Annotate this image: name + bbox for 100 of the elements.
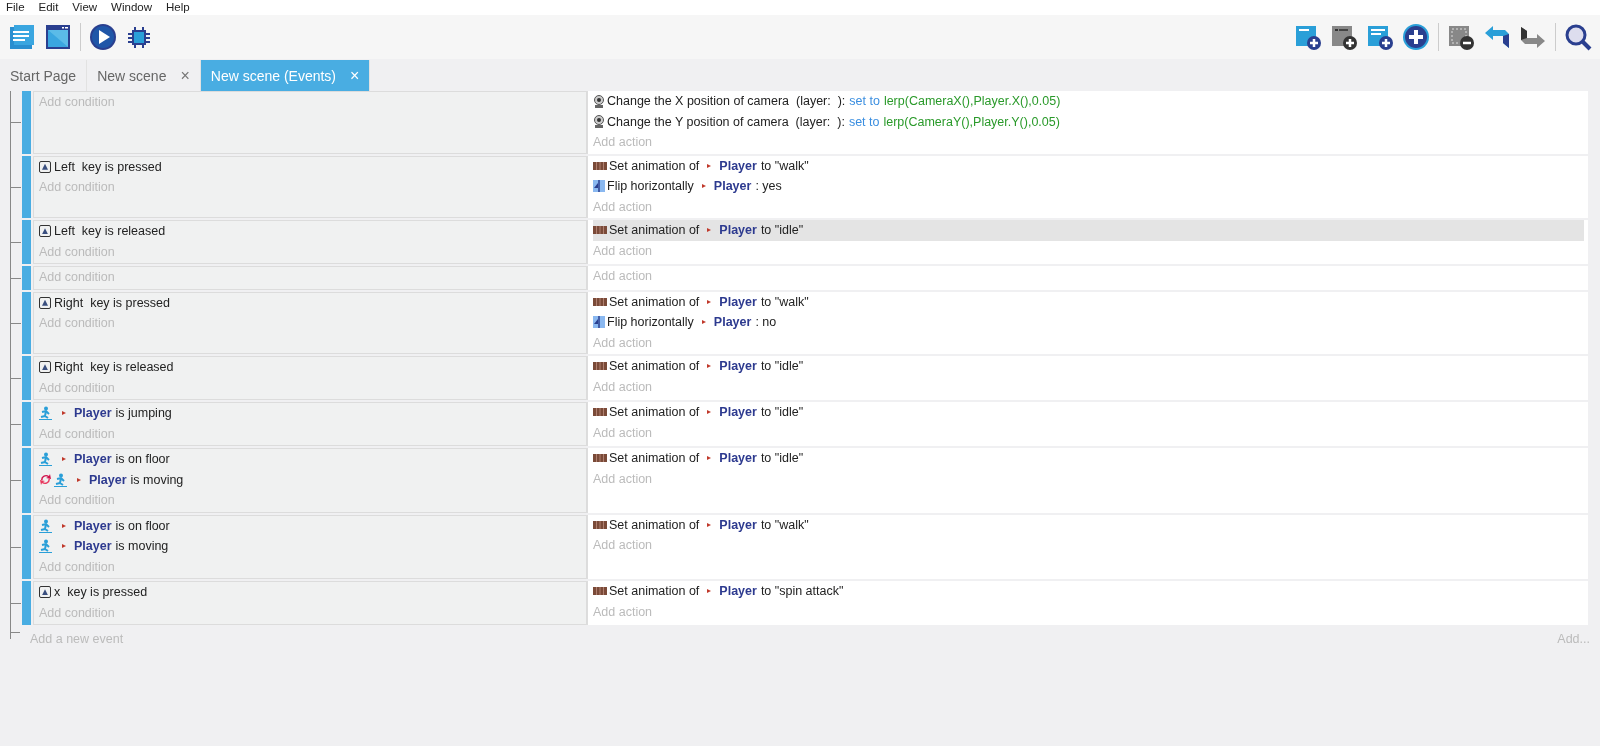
object-marker-icon xyxy=(701,184,706,189)
expression-text: lerp(CameraY(),Player.Y(),0.05) xyxy=(883,114,1060,129)
film-strip-icon xyxy=(593,161,607,170)
condition-text[interactable]: is moving xyxy=(130,472,184,487)
object-marker-icon xyxy=(62,523,66,528)
key-icon xyxy=(39,225,51,238)
object-name: Player xyxy=(719,158,757,173)
event-handle[interactable] xyxy=(22,266,31,290)
object-name[interactable]: Player xyxy=(74,539,112,554)
action-text: Change the Y position of camera (layer: ): xyxy=(607,114,845,129)
condition-text[interactable]: x key is pressed xyxy=(54,585,148,600)
film-strip-icon xyxy=(593,520,607,529)
add-external-layout-icon[interactable] xyxy=(1330,23,1358,51)
event-handle[interactable] xyxy=(22,402,31,446)
event-handle[interactable] xyxy=(22,448,31,513)
action-text: Set animation of xyxy=(609,359,700,374)
operator-text: set to xyxy=(848,114,880,129)
condition-text[interactable]: is jumping xyxy=(115,406,172,421)
action-row[interactable]: Flip horizontally Player : no xyxy=(593,312,1584,333)
object-marker-icon xyxy=(707,299,712,304)
film-strip-icon xyxy=(593,587,607,596)
event-handle[interactable] xyxy=(22,581,31,625)
object-marker-icon xyxy=(62,544,66,549)
object-name[interactable]: Player xyxy=(89,472,127,487)
event-handle[interactable] xyxy=(22,291,31,354)
condition-text[interactable]: is on floor xyxy=(115,518,170,533)
flip-icon xyxy=(593,180,605,193)
action-text: Set animation of xyxy=(609,294,700,309)
action-row[interactable]: Change the X position of camera (layer: ): set to lerp(CameraX(),Player.X(),0.05) xyxy=(593,91,1584,112)
operator-text: set to xyxy=(849,94,880,109)
object-name: Player xyxy=(719,359,757,374)
condition-text[interactable]: Right key is released xyxy=(54,360,174,375)
action-value: to "spin attack" xyxy=(760,584,844,599)
action-row[interactable]: Set animation of Player to "spin attack" xyxy=(593,581,1584,602)
object-marker-icon xyxy=(707,163,712,168)
key-icon xyxy=(39,361,51,374)
remove-icon[interactable] xyxy=(1447,23,1475,51)
action-row[interactable]: Set animation of Player to "idle" xyxy=(593,448,1584,469)
object-marker-icon xyxy=(707,410,712,415)
film-strip-icon xyxy=(593,226,607,235)
events-list-icon[interactable] xyxy=(8,23,36,51)
action-row[interactable]: Set animation of Player to "idle" xyxy=(593,220,1584,241)
film-strip-icon xyxy=(593,454,607,463)
scene-window-icon[interactable] xyxy=(44,23,72,51)
event-handle[interactable] xyxy=(22,356,31,400)
close-tab-button[interactable]: × xyxy=(180,66,190,85)
menu-item[interactable]: View xyxy=(72,0,98,15)
menu-item[interactable]: Edit xyxy=(38,0,59,15)
action-row[interactable]: Flip horizontally Player : yes xyxy=(593,176,1584,197)
undo-icon[interactable] xyxy=(1483,23,1511,51)
menu-item[interactable]: Help xyxy=(166,0,190,15)
action-value: : yes xyxy=(755,179,782,194)
object-name: Player xyxy=(713,315,752,330)
event-handle[interactable] xyxy=(22,220,31,264)
condition-text[interactable]: Right key is pressed xyxy=(54,295,171,310)
running-figure-icon xyxy=(39,518,52,533)
object-marker-icon xyxy=(77,477,81,482)
object-name: Player xyxy=(719,584,757,599)
object-name[interactable]: Player xyxy=(74,406,112,421)
action-row[interactable]: Set animation of Player to "walk" xyxy=(593,155,1584,176)
action-row[interactable]: Set animation of Player to "walk" xyxy=(593,291,1584,312)
add-icon[interactable] xyxy=(1402,23,1430,51)
condition-text[interactable]: is moving xyxy=(115,539,169,554)
object-name: Player xyxy=(719,451,757,466)
add-scene-icon[interactable] xyxy=(1294,23,1322,51)
play-icon[interactable] xyxy=(89,23,117,51)
object-marker-icon xyxy=(62,457,66,462)
action-text: Set animation of xyxy=(609,223,700,238)
action-value: to "walk" xyxy=(760,294,809,309)
object-name: Player xyxy=(713,179,752,194)
event-handle[interactable] xyxy=(22,91,31,154)
action-value: to "idle" xyxy=(760,359,804,374)
action-row[interactable]: Set animation of Player to "walk" xyxy=(593,514,1584,535)
action-text: Set animation of xyxy=(609,405,700,420)
film-strip-icon xyxy=(593,362,607,371)
condition-text[interactable]: Left key is pressed xyxy=(54,159,162,174)
running-figure-icon xyxy=(54,472,67,487)
add-events-icon[interactable] xyxy=(1366,23,1394,51)
action-value: to "idle" xyxy=(760,451,804,466)
object-marker-icon xyxy=(707,456,712,461)
action-row[interactable]: Set animation of Player to "idle" xyxy=(593,402,1584,423)
action-row[interactable]: Change the Y position of camera (layer: ): set to lerp(CameraY(),Player.Y(),0.05) xyxy=(593,111,1584,132)
menu-item[interactable]: Window xyxy=(111,0,152,15)
action-value: to "idle" xyxy=(760,405,804,420)
menu-item[interactable]: File xyxy=(6,0,25,15)
object-name[interactable]: Player xyxy=(74,518,112,533)
condition-text[interactable]: is on floor xyxy=(115,452,170,467)
object-name[interactable]: Player xyxy=(74,452,112,467)
flip-icon xyxy=(593,316,605,329)
action-text: Set animation of xyxy=(609,158,700,173)
event-handle[interactable] xyxy=(22,155,31,218)
object-marker-icon xyxy=(707,589,712,594)
running-figure-icon xyxy=(39,452,52,467)
object-marker-icon xyxy=(701,320,706,325)
action-text: Set animation of xyxy=(609,584,700,599)
search-icon[interactable] xyxy=(1564,23,1592,51)
action-text: Set animation of xyxy=(609,451,700,466)
event-handle[interactable] xyxy=(22,514,31,579)
action-row[interactable]: Set animation of Player to "idle" xyxy=(593,356,1584,377)
condition-text[interactable]: Left key is released xyxy=(54,224,166,239)
